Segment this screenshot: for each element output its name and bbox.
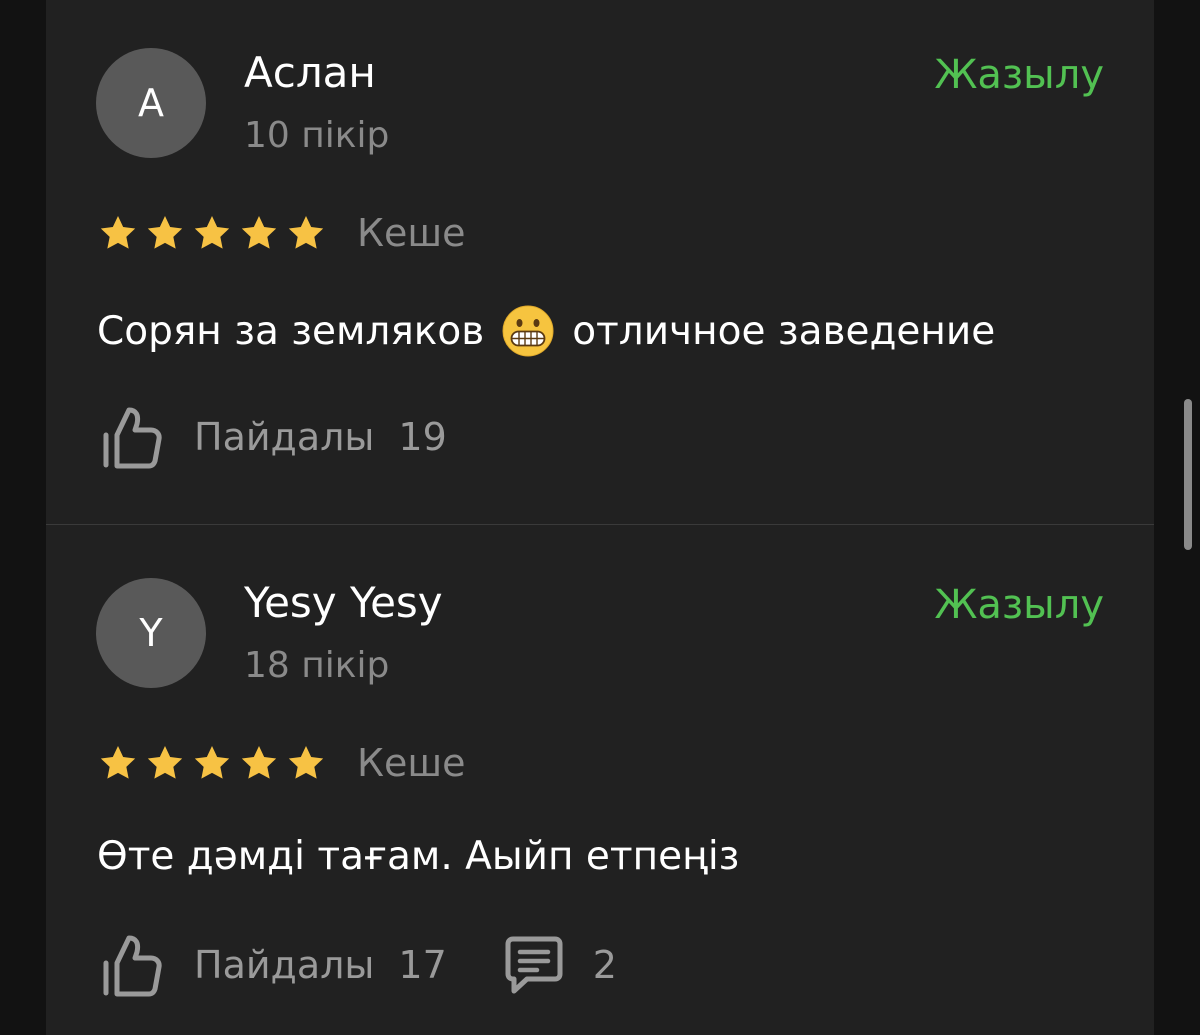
thumbs-up-icon (103, 935, 162, 997)
star-icon (241, 216, 277, 249)
rating-row: Кеше (98, 210, 466, 256)
review-date: Кеше (357, 741, 466, 785)
review-text-part: отличное заведение (572, 308, 996, 354)
review-text: Өте дәмді тағам. Аыйп етпеңіз (97, 834, 740, 879)
helpful-button[interactable]: Пайдалы 17 (102, 933, 447, 997)
star-icon (194, 216, 230, 249)
scrollbar[interactable] (1184, 399, 1192, 550)
star-icon (147, 216, 183, 249)
author-name[interactable]: Аслан (244, 52, 376, 94)
helpful-count: 19 (398, 415, 447, 459)
star-icon (241, 746, 277, 779)
author-name[interactable]: Yesy Yesy (244, 582, 443, 624)
reviews-page: A Аслан 10 пікір Жазылу Кеше Сорян за зе… (0, 0, 1200, 1035)
comments-count: 2 (592, 943, 617, 987)
star-rating (98, 743, 333, 783)
avatar[interactable]: A (96, 48, 206, 158)
review-card: Y Yesy Yesy 18 пікір Жазылу Кеше Өте дәм… (46, 525, 1154, 1035)
star-icon (288, 746, 324, 779)
review-actions: Пайдалы 17 2 (102, 930, 617, 1000)
subscribe-button[interactable]: Жазылу (934, 585, 1104, 625)
author-review-count: 18 пікір (244, 645, 390, 686)
thumbs-up-icon (103, 407, 162, 469)
rating-row: Кеше (98, 740, 466, 786)
review-card: A Аслан 10 пікір Жазылу Кеше Сорян за зе… (46, 0, 1154, 524)
helpful-label: Пайдалы (194, 415, 375, 459)
comment-icon (505, 936, 563, 994)
star-icon (100, 216, 136, 249)
avatar[interactable]: Y (96, 578, 206, 688)
review-actions: Пайдалы 19 (102, 402, 447, 472)
author-review-count: 10 пікір (244, 115, 390, 156)
review-text: Сорян за земляков отличное заведение (97, 305, 995, 357)
review-text-part: Сорян за земляков (97, 308, 485, 354)
star-icon (147, 746, 183, 779)
grimacing-face-emoji-icon (502, 305, 554, 357)
star-icon (288, 216, 324, 249)
reviews-panel: A Аслан 10 пікір Жазылу Кеше Сорян за зе… (46, 0, 1154, 1035)
subscribe-button[interactable]: Жазылу (934, 55, 1104, 95)
star-icon (194, 746, 230, 779)
star-rating (98, 213, 333, 253)
review-date: Кеше (357, 211, 466, 255)
helpful-label: Пайдалы (194, 943, 375, 987)
helpful-button[interactable]: Пайдалы 19 (102, 405, 447, 469)
helpful-count: 17 (398, 943, 447, 987)
comments-button[interactable]: 2 (505, 935, 617, 995)
star-icon (100, 746, 136, 779)
